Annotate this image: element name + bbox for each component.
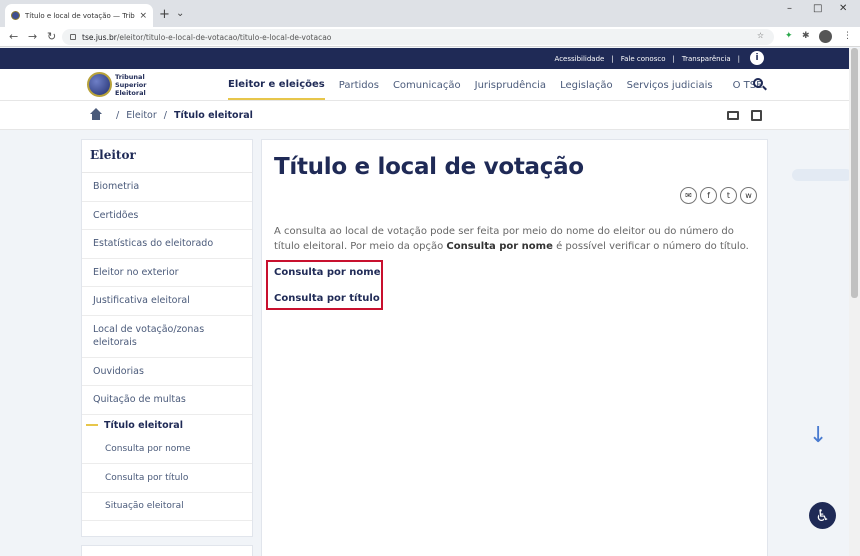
share-email-icon[interactable]: ✉	[680, 187, 697, 204]
accessibility-link[interactable]: Acessibilidade	[555, 55, 605, 63]
nav-jurisprudencia[interactable]: Jurisprudência	[475, 80, 546, 91]
nav-comunicacao[interactable]: Comunicação	[393, 80, 461, 91]
tab-search-button[interactable]: ⌄	[176, 8, 184, 19]
sidebar-item-exterior[interactable]: Eleitor no exterior	[82, 259, 252, 287]
consulta-por-titulo-link[interactable]: Consulta por título	[274, 293, 380, 304]
tse-favicon-icon	[11, 11, 20, 20]
sidebar-item-justificativa[interactable]: Justificativa eleitoral	[82, 287, 252, 316]
url-host: tse.jus.br	[82, 32, 117, 42]
site-header: Tribunal Superior Eleitoral Eleitor e el…	[0, 69, 860, 101]
reload-button[interactable]: ↻	[47, 30, 56, 43]
accessibility-widget-button[interactable]: ♿	[809, 502, 836, 529]
intro-text: A consulta ao local de votação pode ser …	[274, 226, 749, 252]
sidebar-item-estatisticas[interactable]: Estatísticas do eleitorado	[82, 230, 252, 259]
search-icon[interactable]	[753, 78, 763, 88]
breadcrumb: / Eleitor / Título eleitoral	[90, 101, 253, 130]
sidebar: Eleitor Biometria Certidões Estatísticas…	[81, 139, 253, 537]
main-nav: Eleitor e eleições Partidos Comunicação …	[228, 69, 776, 101]
transparency-link[interactable]: Transparência	[682, 55, 731, 63]
sidebar-item-certidoes[interactable]: Certidões	[82, 202, 252, 230]
address-bar[interactable]: tse.jus.br /eleitor/titulo-e-local-de-vo…	[62, 29, 774, 45]
page-title: Título e local de votação	[274, 154, 584, 180]
browser-tabstrip: Título e local de votação — Tribunal × +…	[0, 0, 860, 27]
save-icon[interactable]	[751, 110, 762, 121]
home-icon[interactable]	[90, 108, 102, 120]
sidebar-secondary-box	[81, 545, 253, 556]
bookmark-star-icon[interactable]: ☆	[757, 31, 764, 40]
share-twitter-icon[interactable]: t	[720, 187, 737, 204]
profile-avatar[interactable]	[819, 30, 832, 43]
logo-text: Tribunal Superior Eleitoral	[115, 72, 147, 97]
scrollbar-thumb[interactable]	[851, 48, 858, 298]
consulta-por-nome-link[interactable]: Consulta por nome	[274, 267, 380, 278]
share-whatsapp-icon[interactable]: w	[740, 187, 757, 204]
lock-icon	[70, 34, 76, 40]
back-button[interactable]: ←	[9, 30, 18, 43]
close-window-button[interactable]: ✕	[839, 3, 847, 14]
tab-title: Título e local de votação — Tribunal	[25, 11, 135, 20]
breadcrumb-eleitor[interactable]: Eleitor	[126, 110, 157, 121]
sidebar-item-quitacao[interactable]: Quitação de multas	[82, 386, 252, 415]
maximize-button[interactable]: □	[813, 3, 822, 14]
close-tab-icon[interactable]: ×	[139, 11, 147, 21]
site-topbar: Acessibilidade | Fale conosco | Transpar…	[0, 48, 860, 69]
sidebar-item-local-votacao[interactable]: Local de votação/zonas eleitorais	[82, 316, 252, 358]
sidebar-sub-consulta-titulo[interactable]: Consulta por título	[82, 464, 252, 493]
sidebar-item-titulo-eleitoral[interactable]: Título eleitoral	[82, 415, 252, 436]
nav-legislacao[interactable]: Legislação	[560, 80, 613, 91]
top-links: Acessibilidade | Fale conosco | Transpar…	[554, 54, 740, 63]
scroll-down-arrow-icon[interactable]: ↓	[809, 423, 827, 448]
nav-partidos[interactable]: Partidos	[339, 80, 379, 91]
share-buttons: ✉ f t w	[677, 187, 757, 204]
sidebar-sub-consulta-nome[interactable]: Consulta por nome	[82, 436, 252, 464]
main-content: Título e local de votação ✉ f t w A cons…	[261, 139, 768, 556]
url-path: /eleitor/titulo-e-local-de-votacao/titul…	[116, 32, 332, 42]
tse-logo[interactable]: Tribunal Superior Eleitoral	[87, 72, 146, 97]
breadcrumb-current: Título eleitoral	[173, 110, 253, 121]
page-scrollbar[interactable]	[849, 48, 860, 556]
extensions-puzzle-icon[interactable]: ✱	[802, 31, 810, 41]
breadcrumb-bar: / Eleitor / Título eleitoral	[0, 101, 860, 130]
floating-pill	[792, 169, 852, 181]
browser-toolbar: ← → ↻ tse.jus.br /eleitor/titulo-e-local…	[0, 27, 860, 47]
new-tab-button[interactable]: +	[159, 7, 170, 22]
share-facebook-icon[interactable]: f	[700, 187, 717, 204]
forward-button[interactable]: →	[28, 30, 37, 43]
sidebar-item-biometria[interactable]: Biometria	[82, 173, 252, 202]
active-marker	[86, 424, 98, 426]
info-icon[interactable]: i	[750, 51, 764, 65]
browser-tab[interactable]: Título e local de votação — Tribunal ×	[5, 4, 153, 27]
nav-eleitor-e-eleicoes[interactable]: Eleitor e eleições	[228, 70, 325, 100]
sidebar-item-ouvidorias[interactable]: Ouvidorias	[82, 358, 252, 386]
print-icon[interactable]	[727, 111, 739, 120]
globe-logo-icon	[87, 72, 112, 97]
extension-icon[interactable]: ✦	[785, 31, 793, 41]
minimize-button[interactable]: –	[787, 3, 792, 14]
browser-menu-icon[interactable]: ⋮	[843, 31, 852, 41]
sidebar-title: Eleitor	[82, 140, 252, 173]
sidebar-sub-situacao[interactable]: Situação eleitoral	[82, 493, 252, 521]
contact-link[interactable]: Fale conosco	[621, 55, 666, 63]
nav-servicos-judiciais[interactable]: Serviços judiciais	[627, 80, 713, 91]
